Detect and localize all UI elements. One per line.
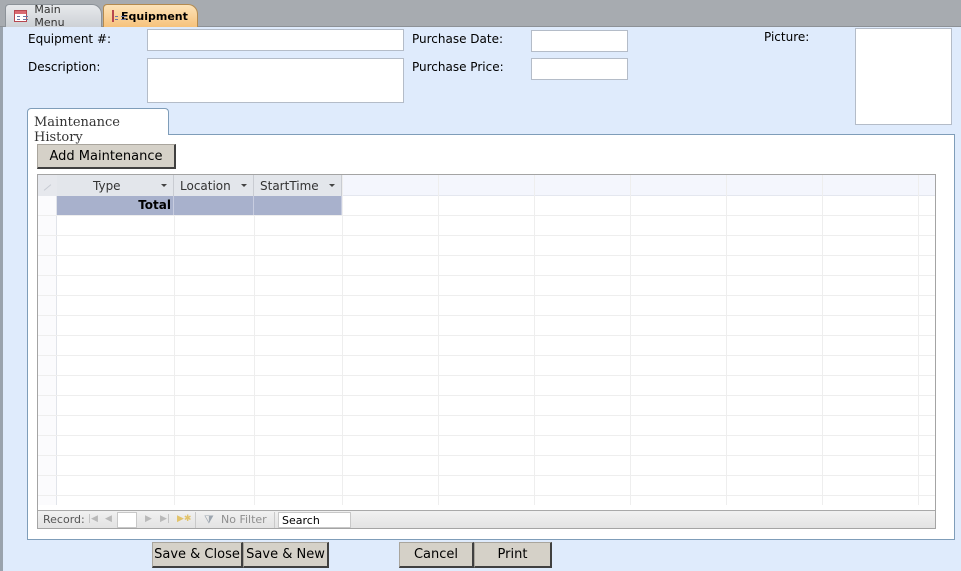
record-label: Record: [43, 513, 85, 526]
tab-label: Equipment [121, 9, 188, 23]
column-label: Type [93, 178, 121, 193]
description-input[interactable] [147, 58, 404, 103]
record-navigation-bar: Record: |◀ ◀ ▶ ▶| ▶✱ ⧩ No Filter Search [38, 510, 935, 528]
save-new-button[interactable]: Save & New [243, 542, 329, 568]
picture-label: Picture: [764, 30, 810, 44]
cancel-button[interactable]: Cancel [399, 542, 474, 568]
grid-row-line [38, 235, 935, 236]
previous-record-icon[interactable]: ◀ [105, 514, 112, 524]
grid-column-line [822, 175, 823, 505]
grid-row-line [38, 295, 935, 296]
column-header-location[interactable]: Location [174, 175, 254, 196]
grid-row-line [38, 315, 935, 316]
grid-row-line [38, 255, 935, 256]
description-label: Description: [28, 60, 101, 74]
nav-separator [274, 512, 275, 528]
document-tab-strip: Main Menu Equipment [0, 0, 961, 29]
filter-status-button[interactable]: No Filter [221, 513, 267, 526]
tab-label: Main Menu [34, 3, 65, 29]
column-label: Location [180, 178, 231, 193]
first-record-icon[interactable]: |◀ [88, 514, 98, 524]
tab-maintenance-history[interactable]: Maintenance History [27, 108, 169, 145]
grid-column-line [534, 175, 535, 505]
grid-column-line [438, 175, 439, 505]
form-icon [14, 10, 28, 22]
column-header-starttime[interactable]: StartTime [254, 175, 342, 196]
filter-icon: ⧩ [204, 513, 214, 526]
form-icon [112, 10, 118, 22]
print-button[interactable]: Print [474, 542, 552, 568]
grid-row-line [38, 455, 935, 456]
grid-column-line [726, 175, 727, 505]
grid-row-line [38, 495, 935, 496]
purchase-date-label: Purchase Date: [412, 32, 504, 46]
grid-row-line [38, 375, 935, 376]
maintenance-datasheet: Type Location StartTime Total Record: |◀… [37, 174, 936, 529]
add-maintenance-button[interactable]: Add Maintenance [37, 144, 176, 169]
tab-equipment[interactable]: Equipment [103, 4, 198, 27]
purchase-price-input[interactable] [531, 58, 628, 80]
column-header-type[interactable]: Type [57, 175, 174, 196]
grid-row-line [38, 435, 935, 436]
grid-column-line [342, 175, 343, 505]
purchase-price-label: Purchase Price: [412, 60, 504, 74]
save-close-button[interactable]: Save & Close [152, 542, 243, 568]
search-input[interactable]: Search [278, 512, 351, 528]
dropdown-arrow-icon[interactable] [161, 184, 167, 187]
last-record-icon[interactable]: ▶| [160, 514, 170, 524]
equipment-number-input[interactable] [147, 29, 404, 51]
current-record-input[interactable] [117, 512, 137, 528]
picture-box[interactable] [855, 28, 952, 125]
total-label: Total [57, 196, 174, 215]
select-all-corner[interactable] [38, 175, 57, 196]
total-row: Total [57, 196, 342, 215]
grid-column-line [254, 175, 255, 505]
grid-row-line [38, 335, 935, 336]
new-record-icon[interactable]: ▶✱ [177, 514, 191, 524]
grid-column-line [918, 175, 919, 505]
grid-column-line [630, 175, 631, 505]
next-record-icon[interactable]: ▶ [145, 514, 152, 524]
grid-row-line [38, 355, 935, 356]
equipment-number-label: Equipment #: [28, 32, 112, 46]
grid-row-line [38, 415, 935, 416]
grid-column-line [174, 175, 175, 505]
dropdown-arrow-icon[interactable] [329, 184, 335, 187]
grid-row-line [38, 475, 935, 476]
total-starttime-cell[interactable] [254, 196, 342, 215]
grid-row-line [38, 215, 935, 216]
nav-separator [195, 512, 196, 528]
grid-row-line [38, 395, 935, 396]
total-location-cell[interactable] [174, 196, 254, 215]
tab-main-menu[interactable]: Main Menu [5, 3, 102, 29]
purchase-date-input[interactable] [531, 30, 628, 52]
dropdown-arrow-icon[interactable] [241, 184, 247, 187]
column-label: StartTime [260, 178, 319, 193]
grid-row-line [38, 275, 935, 276]
